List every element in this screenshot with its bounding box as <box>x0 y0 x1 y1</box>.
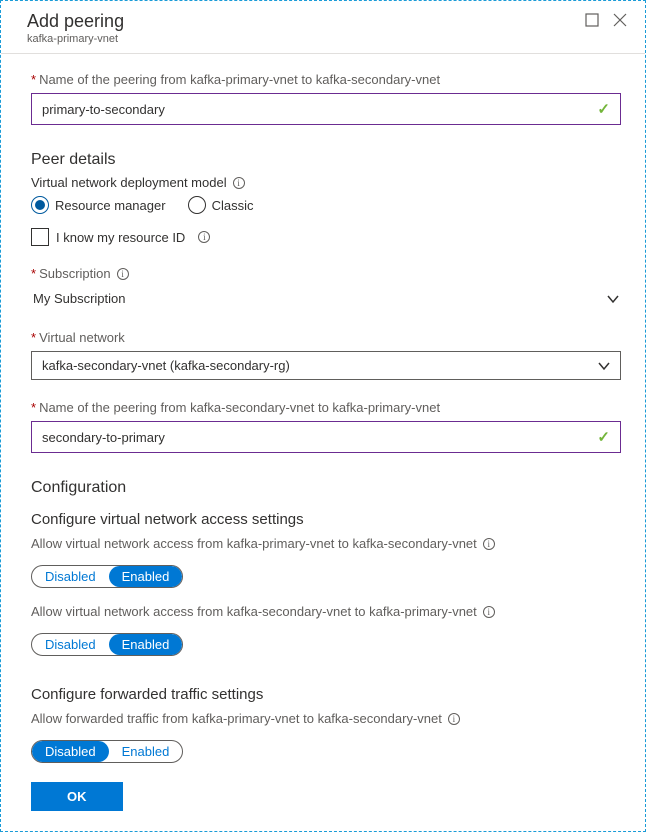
checkbox-label: I know my resource ID <box>56 230 185 245</box>
configuration-heading: Configuration <box>31 479 621 497</box>
info-icon[interactable]: i <box>198 231 210 243</box>
access-settings-heading: Configure virtual network access setting… <box>31 511 621 528</box>
vnet-label: * Virtual network <box>31 330 621 345</box>
required-star: * <box>31 330 36 345</box>
label-text: Virtual network deployment model <box>31 175 227 190</box>
info-icon[interactable]: i <box>233 177 245 189</box>
footer: OK <box>1 768 645 831</box>
radio-label: Resource manager <box>55 198 166 213</box>
fwd-settings-heading: Configure forwarded traffic settings <box>31 686 621 703</box>
info-icon[interactable]: i <box>448 713 460 725</box>
check-icon: ✓ <box>597 428 610 446</box>
access-1-label: Allow virtual network access from kafka-… <box>31 536 621 551</box>
access-2-label: Allow virtual network access from kafka-… <box>31 604 621 619</box>
radio-classic[interactable]: Classic <box>188 196 254 214</box>
label-text: Allow forwarded traffic from kafka-prima… <box>31 711 442 726</box>
access-2-toggle[interactable]: Disabled Enabled <box>31 633 183 656</box>
required-star: * <box>31 72 36 87</box>
blade-title: Add peering <box>27 11 124 32</box>
radio-icon <box>31 196 49 214</box>
radio-icon <box>188 196 206 214</box>
subscription-select[interactable]: My Subscription <box>31 287 621 310</box>
ok-button[interactable]: OK <box>31 782 123 811</box>
toggle-disabled[interactable]: Disabled <box>32 741 109 762</box>
chevron-down-icon <box>607 293 619 305</box>
vnet-dropdown[interactable]: kafka-secondary-vnet (kafka-secondary-rg… <box>31 351 621 380</box>
required-star: * <box>31 400 36 415</box>
fwd-1-label: Allow forwarded traffic from kafka-prima… <box>31 711 621 726</box>
input-value: secondary-to-primary <box>42 430 597 445</box>
peering-name-2-label: * Name of the peering from kafka-seconda… <box>31 400 621 415</box>
toggle-disabled[interactable]: Disabled <box>32 634 109 655</box>
peering-name-2-input[interactable]: secondary-to-primary ✓ <box>31 421 621 453</box>
maximize-icon[interactable] <box>585 13 599 27</box>
fwd-1-toggle[interactable]: Disabled Enabled <box>31 740 183 763</box>
toggle-disabled[interactable]: Disabled <box>32 566 109 587</box>
content-scroll[interactable]: * Name of the peering from kafka-primary… <box>1 54 645 768</box>
dropdown-value: kafka-secondary-vnet (kafka-secondary-rg… <box>42 358 290 373</box>
radio-resource-manager[interactable]: Resource manager <box>31 196 166 214</box>
required-star: * <box>31 266 36 281</box>
radio-label: Classic <box>212 198 254 213</box>
header-actions <box>585 11 627 45</box>
select-value: My Subscription <box>33 291 125 306</box>
label-text: Allow virtual network access from kafka-… <box>31 536 477 551</box>
blade-header: Add peering kafka-primary-vnet <box>1 1 645 54</box>
blade-subtitle: kafka-primary-vnet <box>27 33 124 45</box>
know-resource-id-checkbox[interactable]: I know my resource ID i <box>31 228 621 246</box>
label-text: Virtual network <box>39 330 125 345</box>
toggle-enabled[interactable]: Enabled <box>109 741 183 762</box>
chevron-down-icon <box>598 360 610 372</box>
peering-name-1-label: * Name of the peering from kafka-primary… <box>31 72 621 87</box>
info-icon[interactable]: i <box>483 606 495 618</box>
label-text: Allow virtual network access from kafka-… <box>31 604 477 619</box>
toggle-enabled[interactable]: Enabled <box>109 566 183 587</box>
label-text: Name of the peering from kafka-primary-v… <box>39 72 440 87</box>
label-text: Subscription <box>39 266 111 281</box>
subscription-label: * Subscription i <box>31 266 621 281</box>
deploy-model-radios: Resource manager Classic <box>31 196 621 214</box>
peering-name-1-input[interactable]: primary-to-secondary ✓ <box>31 93 621 125</box>
close-icon[interactable] <box>613 13 627 27</box>
toggle-enabled[interactable]: Enabled <box>109 634 183 655</box>
access-1-toggle[interactable]: Disabled Enabled <box>31 565 183 588</box>
info-icon[interactable]: i <box>483 538 495 550</box>
label-text: Name of the peering from kafka-secondary… <box>39 400 440 415</box>
info-icon[interactable]: i <box>117 268 129 280</box>
deploy-model-label: Virtual network deployment model i <box>31 175 621 190</box>
input-value: primary-to-secondary <box>42 102 597 117</box>
check-icon: ✓ <box>597 100 610 118</box>
header-titles: Add peering kafka-primary-vnet <box>27 11 124 45</box>
peer-details-heading: Peer details <box>31 151 621 169</box>
checkbox-icon <box>31 228 49 246</box>
